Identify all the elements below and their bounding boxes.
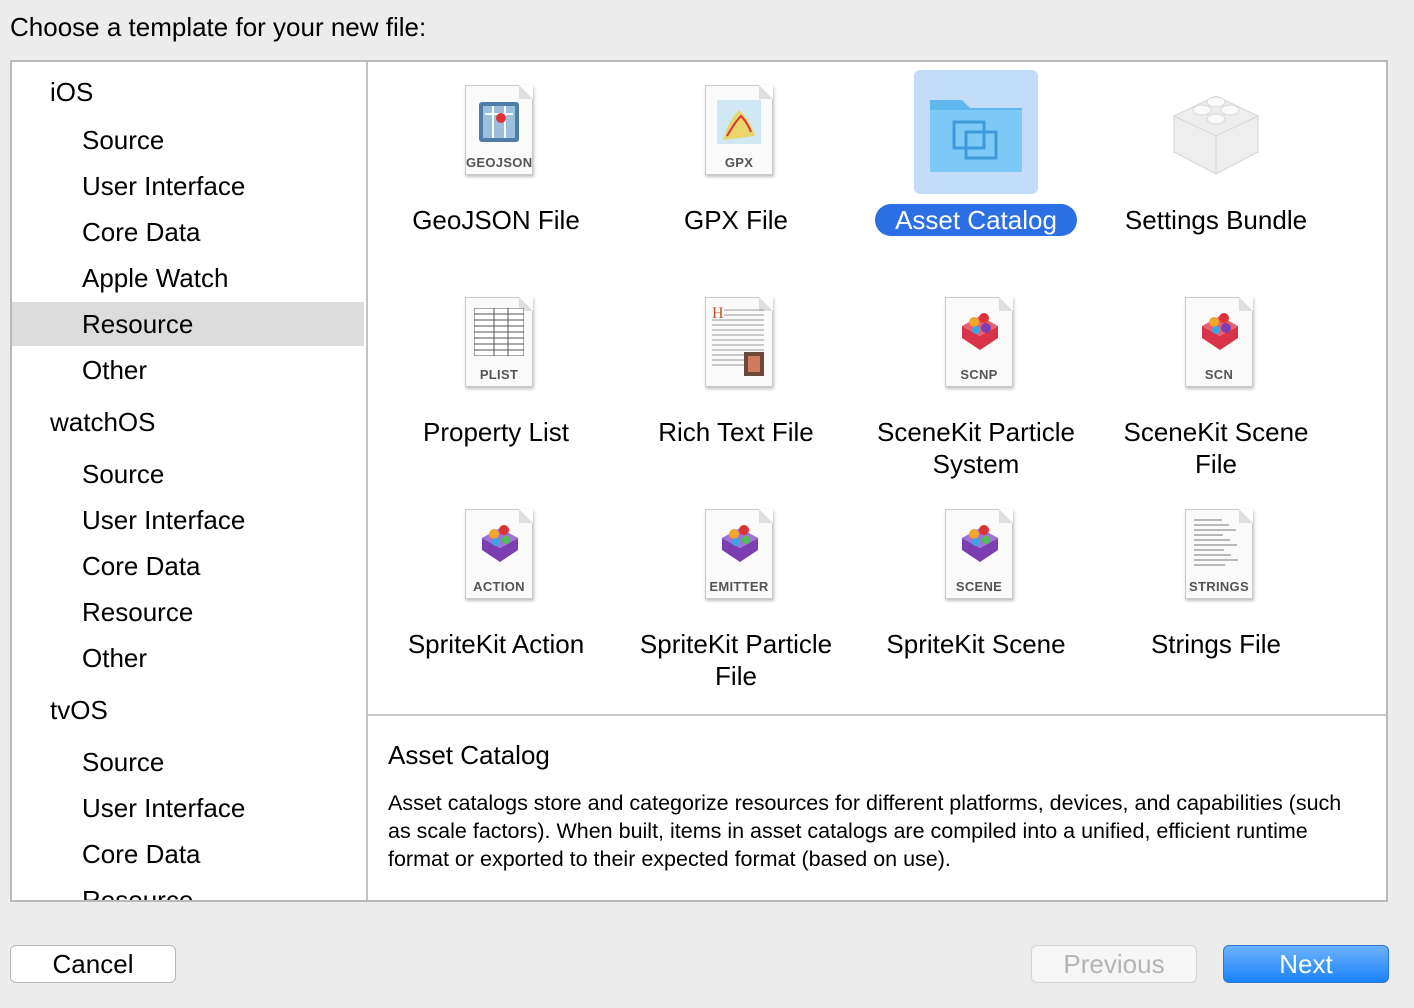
spritekit-action-icon: ACTION <box>434 494 558 618</box>
sidebar-item[interactable]: Core Data <box>12 544 364 588</box>
template-label: Strings File <box>1150 629 1282 659</box>
previous-button[interactable]: Previous <box>1031 945 1197 983</box>
template-grid: GEOJSON GeoJSON File GPX GPX File Asset Cata… <box>368 62 1386 714</box>
sidebar-item[interactable]: Apple Watch <box>12 256 364 300</box>
geojson-file-icon: GEOJSON <box>434 70 558 194</box>
svg-text:H: H <box>712 305 724 322</box>
sidebar-item[interactable]: User Interface <box>12 786 364 830</box>
template-chooser-panel: iOS Source User Interface Core Data Apple Wa… <box>10 60 1388 902</box>
file-document: SCNP <box>945 297 1013 387</box>
template-label: Settings Bundle <box>1124 205 1308 235</box>
platform-sidebar: iOS Source User Interface Core Data Apple Wa… <box>12 62 368 900</box>
rich-text-file-icon: H <box>674 282 798 406</box>
description-body: Asset catalogs store and categorize reso… <box>388 791 1342 871</box>
template-label: Property List <box>423 417 569 447</box>
template-tile[interactable]: SCNP SceneKit Particle System <box>856 282 1096 480</box>
template-tile[interactable]: PLIST Property List <box>376 282 616 448</box>
template-label: GeoJSON File <box>412 205 580 235</box>
template-tile[interactable]: EMITTER SpriteKit Particle File <box>616 494 856 692</box>
file-document: ACTION <box>465 509 533 599</box>
folder-icon <box>914 70 1038 194</box>
template-label: SceneKit Scene File <box>1123 417 1309 479</box>
cancel-button[interactable]: Cancel <box>10 945 176 983</box>
file-document: SCENE <box>945 509 1013 599</box>
template-label: SpriteKit Particle File <box>639 629 833 691</box>
spritekit-scene-icon: SCENE <box>914 494 1038 618</box>
template-tile[interactable]: H Rich Text File <box>616 282 856 448</box>
template-label: Asset Catalog <box>875 204 1077 236</box>
template-tile[interactable]: SCENE SpriteKit Scene <box>856 494 1096 660</box>
file-type-tag: SCENE <box>955 579 1003 594</box>
sidebar-item[interactable]: Resource <box>12 878 364 900</box>
file-type-tag: EMITTER <box>709 579 769 594</box>
sidebar-item[interactable]: Core Data <box>12 832 364 876</box>
template-tile[interactable]: SCN SceneKit Scene File <box>1096 282 1336 480</box>
sidebar-item[interactable]: User Interface <box>12 164 364 208</box>
sidebar-item[interactable]: Source <box>12 740 364 784</box>
plist-file-icon: PLIST <box>434 282 558 406</box>
divider <box>368 714 1386 716</box>
template-label: Rich Text File <box>658 417 814 447</box>
scenekit-scene-icon: SCN <box>1154 282 1278 406</box>
file-document: GEOJSON <box>465 85 533 175</box>
file-document: GPX <box>705 85 773 175</box>
spritekit-particle-icon: EMITTER <box>674 494 798 618</box>
gpx-file-icon: GPX <box>674 70 798 194</box>
lego-block-icon <box>1154 70 1278 194</box>
file-type-tag: SCNP <box>960 367 998 382</box>
sidebar-item[interactable]: User Interface <box>12 498 364 542</box>
file-document: PLIST <box>465 297 533 387</box>
sidebar-item[interactable]: Core Data <box>12 210 364 254</box>
sidebar-item[interactable]: Other <box>12 636 364 680</box>
file-type-tag: PLIST <box>479 367 519 382</box>
file-document: SCN <box>1185 297 1253 387</box>
file-type-tag: STRINGS <box>1189 579 1249 594</box>
file-type-tag: GPX <box>724 155 754 170</box>
file-type-tag: SCN <box>1204 367 1234 382</box>
next-button[interactable]: Next <box>1223 945 1389 983</box>
template-tile[interactable]: ACTION SpriteKit Action <box>376 494 616 660</box>
template-label: GPX File <box>683 205 789 235</box>
file-document: STRINGS <box>1185 509 1253 599</box>
strings-file-icon: STRINGS <box>1154 494 1278 618</box>
template-tile[interactable]: Asset Catalog <box>856 70 1096 236</box>
template-tile[interactable]: Settings Bundle <box>1096 70 1336 236</box>
template-description: Asset Catalog Asset catalogs store and c… <box>388 740 1366 873</box>
sidebar-item[interactable]: Other <box>12 348 364 392</box>
file-document: EMITTER <box>705 509 773 599</box>
dialog-title: Choose a template for your new file: <box>10 12 427 42</box>
scenekit-particle-icon: SCNP <box>914 282 1038 406</box>
file-type-tag: GEOJSON <box>466 155 533 170</box>
file-document: H <box>705 297 773 387</box>
sidebar-section-header: watchOS <box>50 407 156 437</box>
sidebar-item[interactable]: Resource <box>12 590 364 634</box>
sidebar-item[interactable]: Source <box>12 452 364 496</box>
description-title: Asset Catalog <box>388 740 550 770</box>
template-tile[interactable]: STRINGS Strings File <box>1096 494 1336 660</box>
template-label: SpriteKit Scene <box>886 629 1066 659</box>
sidebar-section-header: tvOS <box>50 695 108 725</box>
sidebar-item[interactable]: Source <box>12 118 364 162</box>
template-label: SpriteKit Action <box>407 629 585 659</box>
template-tile[interactable]: GEOJSON GeoJSON File <box>376 70 616 236</box>
sidebar-section-header: iOS <box>50 77 94 107</box>
sidebar-item[interactable]: Resource <box>12 302 364 346</box>
template-label: SceneKit Particle System <box>877 417 1075 479</box>
template-tile[interactable]: GPX GPX File <box>616 70 856 236</box>
file-type-tag: ACTION <box>473 579 525 594</box>
